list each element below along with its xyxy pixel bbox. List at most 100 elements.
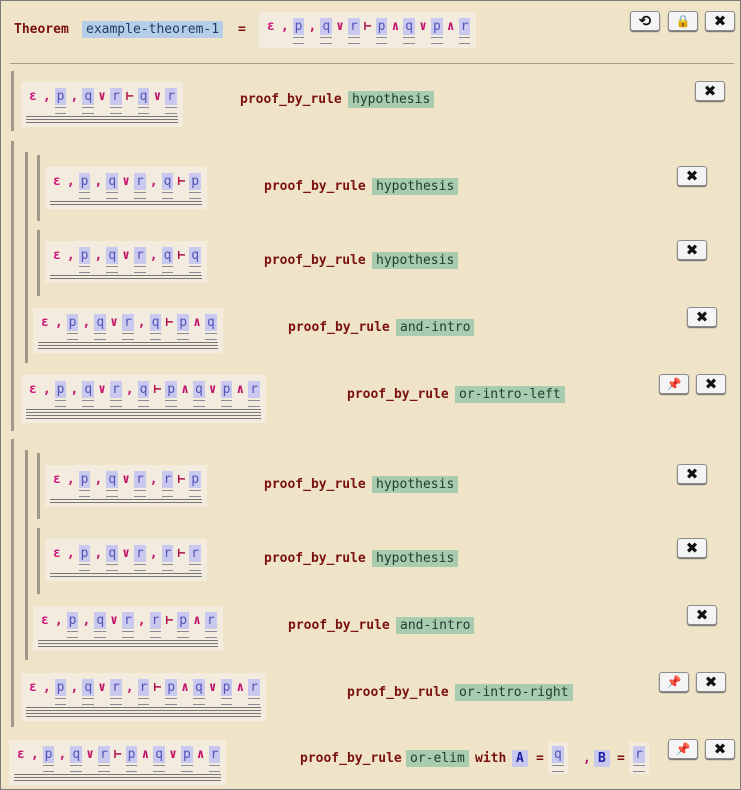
variable-token[interactable]: q <box>82 679 95 705</box>
rule-name[interactable]: and-intro <box>396 617 475 634</box>
variable-token[interactable]: p <box>189 173 202 199</box>
pin-step-button[interactable]: 📌 <box>668 739 698 759</box>
variable-token[interactable]: q <box>403 18 416 44</box>
rule-name[interactable]: hypothesis <box>372 178 459 195</box>
variable-token[interactable]: q <box>106 173 119 199</box>
sequent-box[interactable]: ε, p, q ∨ r, r ⊢ p ∧ r <box>33 606 223 651</box>
variable-token[interactable]: p <box>165 679 178 705</box>
sequent-box[interactable]: ε, p, q ∨ r, r ⊢ r <box>45 539 208 581</box>
sequent-box[interactable]: ε, p, q ∨ r, r ⊢ p <box>45 465 208 507</box>
variable-token[interactable]: q <box>94 612 107 638</box>
variable-token[interactable]: q <box>189 247 202 273</box>
sequent-box[interactable]: ε, p, q ∨ r ⊢ q ∨ r <box>21 82 184 127</box>
variable-token[interactable]: q <box>153 746 166 772</box>
sequent-box[interactable]: ε, p, q ∨ r, q ⊢ p ∧ q ∨ p ∧ r <box>21 375 267 423</box>
variable-token[interactable]: q <box>106 247 119 273</box>
variable-token[interactable]: p <box>375 18 388 44</box>
variable-token[interactable]: q <box>137 88 150 114</box>
delete-step-button[interactable]: ✖ <box>677 240 707 260</box>
theorem-name[interactable]: example-theorem-1 <box>82 21 224 38</box>
variable-token[interactable]: r <box>133 247 146 273</box>
variable-token[interactable]: q <box>106 471 119 497</box>
variable-token[interactable]: p <box>292 18 305 44</box>
delete-step-button[interactable]: ✖ <box>696 374 726 394</box>
variable-token[interactable]: r <box>248 381 261 407</box>
sequent-box[interactable]: ε, p, q ∨ r, q ⊢ p ∧ q <box>33 308 223 353</box>
variable-token[interactable]: r <box>133 545 146 571</box>
rule-name[interactable]: hypothesis <box>348 91 435 108</box>
variable-token[interactable]: r <box>161 545 174 571</box>
variable-token[interactable]: q <box>192 679 205 705</box>
pin-step-button[interactable]: 📌 <box>659 672 689 692</box>
delete-step-button[interactable]: ✖ <box>677 538 707 558</box>
sequent-box[interactable]: ε, p, q ∨ r, r ⊢ p ∧ q ∨ p ∧ r <box>21 673 267 721</box>
delete-step-button[interactable]: ✖ <box>687 307 717 327</box>
variable-token[interactable]: r <box>109 88 122 114</box>
variable-token[interactable]: p <box>54 88 67 114</box>
variable-token[interactable]: q <box>204 314 217 340</box>
variable-token[interactable]: r <box>161 471 174 497</box>
variable-token[interactable]: p <box>180 746 193 772</box>
delete-step-button[interactable]: ✖ <box>687 605 717 625</box>
variable-token[interactable]: p <box>165 381 178 407</box>
variable-token[interactable]: p <box>430 18 443 44</box>
variable-token[interactable]: p <box>125 746 138 772</box>
variable-token[interactable]: p <box>78 247 91 273</box>
sequent-box[interactable]: ε, p, q ∨ r, q ⊢ q <box>45 241 208 283</box>
parameter-a-value-box[interactable]: q <box>548 742 568 774</box>
delete-step-button[interactable]: ✖ <box>705 739 735 759</box>
reset-button[interactable]: ⟲ <box>630 11 660 31</box>
variable-token[interactable]: q <box>137 381 150 407</box>
variable-token[interactable]: r <box>208 746 221 772</box>
variable-token[interactable]: r <box>133 173 146 199</box>
rule-name[interactable]: hypothesis <box>372 550 459 567</box>
variable-token[interactable]: p <box>54 381 67 407</box>
variable-token[interactable]: q <box>94 314 107 340</box>
variable-token[interactable]: p <box>66 612 79 638</box>
variable-token[interactable]: q <box>161 247 174 273</box>
variable-token[interactable]: r <box>109 679 122 705</box>
parameter-b-value-box[interactable]: r <box>629 742 649 774</box>
variable-token[interactable]: q <box>106 545 119 571</box>
variable-token[interactable]: r <box>133 471 146 497</box>
variable-token[interactable]: r <box>121 314 134 340</box>
variable-token[interactable]: q <box>320 18 333 44</box>
variable-token[interactable]: p <box>66 314 79 340</box>
variable-token[interactable]: q <box>82 381 95 407</box>
close-theorem-button[interactable]: ✖ <box>705 11 735 31</box>
delete-step-button[interactable]: ✖ <box>696 672 726 692</box>
delete-step-button[interactable]: ✖ <box>677 166 707 186</box>
variable-token[interactable]: r <box>149 612 162 638</box>
rule-name[interactable]: or-elim <box>406 750 469 767</box>
rule-name[interactable]: or-intro-right <box>455 684 573 701</box>
rule-name[interactable]: hypothesis <box>372 476 459 493</box>
sequent-box[interactable]: ε, p, q ∨ r, q ⊢ p <box>45 167 208 209</box>
variable-token[interactable]: p <box>78 545 91 571</box>
delete-step-button[interactable]: ✖ <box>695 81 725 101</box>
variable-token[interactable]: p <box>177 314 190 340</box>
variable-token[interactable]: p <box>189 471 202 497</box>
variable-token[interactable]: q <box>70 746 83 772</box>
variable-token[interactable]: q <box>149 314 162 340</box>
delete-step-button[interactable]: ✖ <box>677 464 707 484</box>
variable-token[interactable]: p <box>220 381 233 407</box>
variable-token[interactable]: q <box>192 381 205 407</box>
lock-button[interactable]: 🔒 <box>668 11 698 31</box>
variable-token[interactable]: r <box>204 612 217 638</box>
variable-token[interactable]: p <box>177 612 190 638</box>
variable-token[interactable]: r <box>137 679 150 705</box>
variable-token[interactable]: p <box>220 679 233 705</box>
rule-name[interactable]: or-intro-left <box>455 386 565 403</box>
variable-token[interactable]: r <box>97 746 110 772</box>
pin-step-button[interactable]: 📌 <box>659 374 689 394</box>
variable-token[interactable]: r <box>109 381 122 407</box>
variable-token[interactable]: r <box>121 612 134 638</box>
sequent-box[interactable]: ε, p, q ∨ r ⊢ p ∧ q ∨ p ∧ r <box>9 740 227 785</box>
variable-token[interactable]: r <box>248 679 261 705</box>
variable-token[interactable]: r <box>347 18 360 44</box>
variable-token[interactable]: p <box>78 471 91 497</box>
variable-token[interactable]: p <box>78 173 91 199</box>
variable-token[interactable]: r <box>458 18 471 44</box>
variable-token[interactable]: r <box>189 545 202 571</box>
rule-name[interactable]: and-intro <box>396 319 475 336</box>
